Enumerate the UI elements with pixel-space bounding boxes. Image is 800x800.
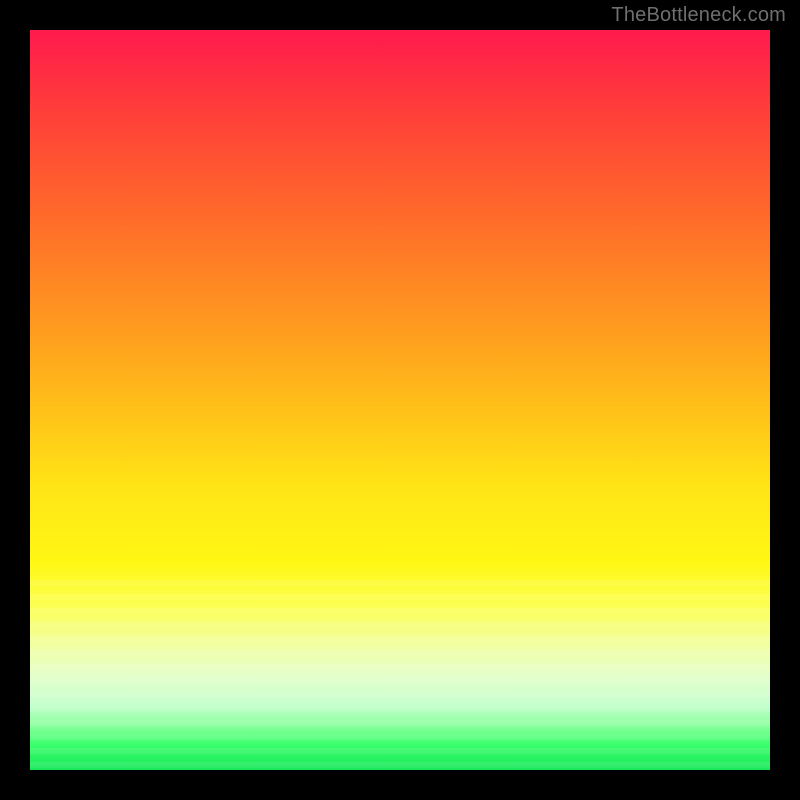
plot-area	[30, 30, 770, 770]
chart-frame: TheBottleneck.com	[0, 0, 800, 800]
watermark-text: TheBottleneck.com	[611, 4, 786, 27]
lower-banding	[30, 580, 770, 770]
